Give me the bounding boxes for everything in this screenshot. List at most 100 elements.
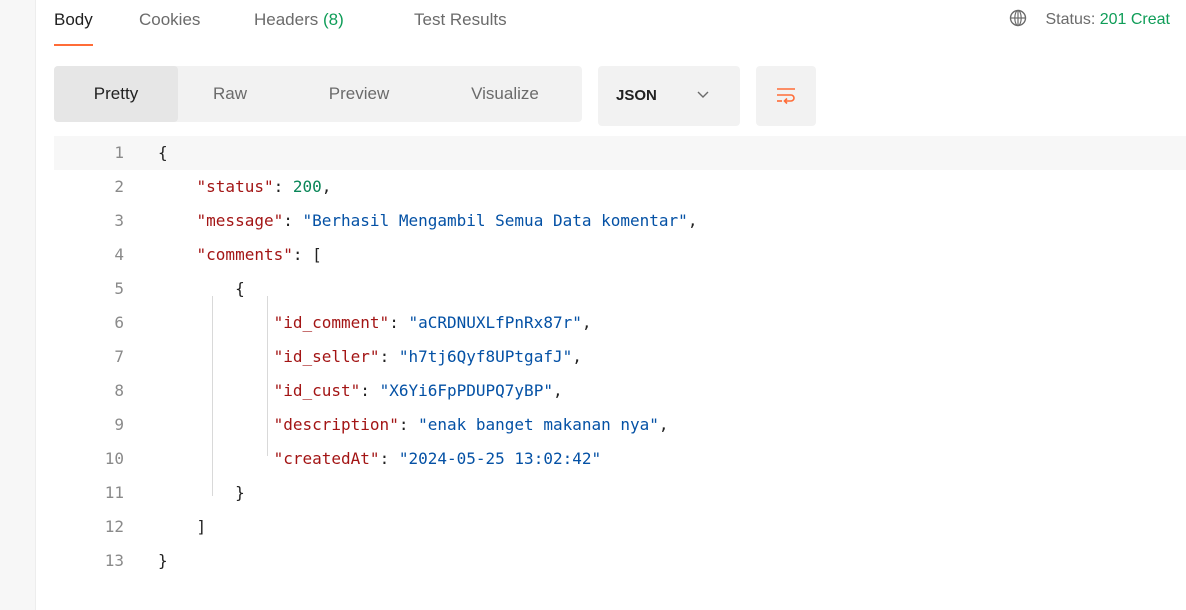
code-text: "id_seller": "h7tj6Qyf8UPtgafJ",: [158, 340, 582, 374]
code-text: {: [158, 272, 245, 306]
code-text: "id_comment": "aCRDNUXLfPnRx87r",: [158, 306, 592, 340]
json-key: "id_seller": [273, 347, 380, 366]
json-punctuation: : [: [292, 245, 322, 264]
status-label: Status:: [1045, 11, 1100, 28]
json-punctuation: [158, 449, 274, 468]
code-line: 11 }: [54, 476, 1186, 510]
code-text: "status": 200,: [158, 170, 332, 204]
tab-test-results[interactable]: Test Results: [414, 8, 507, 36]
json-punctuation: ,: [687, 211, 698, 230]
left-sidebar-strip: [0, 0, 36, 610]
wrap-lines-icon: [777, 88, 795, 105]
json-key: "createdAt": [273, 449, 380, 468]
code-text: "message": "Berhasil Mengambil Semua Dat…: [158, 204, 698, 238]
tab-cookies[interactable]: Cookies: [139, 8, 200, 36]
response-status: Status: 201 Creat: [1009, 8, 1170, 36]
line-number: 4: [114, 245, 124, 264]
code-text: "comments": [: [158, 238, 322, 272]
code-line: 5 {: [54, 272, 1186, 306]
line-number: 10: [104, 449, 124, 468]
line-number: 7: [114, 347, 124, 366]
view-raw-button[interactable]: Raw: [190, 66, 270, 122]
json-number: 200: [292, 177, 322, 196]
line-number: 6: [114, 313, 124, 332]
json-punctuation: :: [283, 211, 303, 230]
json-punctuation: [158, 415, 274, 434]
format-selected-value: JSON: [616, 87, 657, 104]
view-visualize-button[interactable]: Visualize: [446, 66, 564, 122]
line-number: 1: [114, 143, 124, 162]
json-punctuation: [158, 211, 197, 230]
code-line: 13}: [54, 544, 1186, 578]
json-punctuation: :: [379, 449, 399, 468]
line-number: 3: [114, 211, 124, 230]
json-key: "comments": [196, 245, 293, 264]
line-number: 2: [114, 177, 124, 196]
response-body-editor[interactable]: 1{2 "status": 200, 3 "message": "Berhasil…: [54, 136, 1186, 606]
code-text: ]: [158, 510, 207, 544]
line-number: 9: [114, 415, 124, 434]
json-string: "h7tj6Qyf8UPtgafJ": [398, 347, 573, 366]
json-punctuation: [158, 347, 274, 366]
code-line: 9 "description": "enak banget makanan ny…: [54, 408, 1186, 442]
tab-headers[interactable]: Headers (8): [254, 8, 344, 36]
json-key: "id_comment": [273, 313, 390, 332]
json-string: "2024-05-25 13:02:42": [398, 449, 602, 468]
json-key: "message": [196, 211, 284, 230]
code-line: 3 "message": "Berhasil Mengambil Semua D…: [54, 204, 1186, 238]
code-line: 1{: [54, 136, 1186, 170]
json-punctuation: }: [158, 551, 168, 570]
json-punctuation: :: [398, 415, 419, 434]
globe-icon[interactable]: [1009, 9, 1027, 27]
view-mode-group: Pretty Raw Preview Visualize: [54, 66, 582, 122]
code-text: "id_cust": "X6Yi6FpPDUPQ7yBP",: [158, 374, 563, 408]
view-pretty-button[interactable]: Pretty: [54, 66, 178, 122]
json-key: "description": [273, 415, 399, 434]
json-key: "id_cust": [273, 381, 361, 400]
json-punctuation: ,: [581, 313, 592, 332]
line-number: 8: [114, 381, 124, 400]
response-tabs: Body Cookies Headers (8) Test Results St…: [54, 0, 1186, 50]
code-text: "description": "enak banget makanan nya"…: [158, 408, 669, 442]
json-punctuation: {: [158, 279, 245, 298]
json-string: "enak banget makanan nya": [418, 415, 659, 434]
chevron-down-icon: [697, 91, 709, 98]
wrap-lines-button[interactable]: [756, 66, 816, 126]
json-punctuation: }: [158, 483, 245, 502]
json-punctuation: :: [389, 313, 409, 332]
json-punctuation: ,: [321, 177, 332, 196]
json-punctuation: [158, 381, 274, 400]
view-preview-button[interactable]: Preview: [306, 66, 412, 122]
json-punctuation: ]: [158, 517, 207, 536]
json-string: "aCRDNUXLfPnRx87r": [408, 313, 582, 332]
code-line: 8 "id_cust": "X6Yi6FpPDUPQ7yBP",: [54, 374, 1186, 408]
code-text: }: [158, 544, 168, 578]
json-punctuation: [158, 245, 197, 264]
code-text: }: [158, 476, 245, 510]
json-string: "Berhasil Mengambil Semua Data komentar": [302, 211, 688, 230]
line-number: 11: [104, 483, 124, 502]
json-punctuation: ,: [658, 415, 669, 434]
json-punctuation: ,: [552, 381, 563, 400]
code-line: 12 ]: [54, 510, 1186, 544]
json-punctuation: ,: [572, 347, 582, 366]
line-number: 12: [104, 517, 124, 536]
code-text: {: [158, 136, 168, 170]
json-key: "status": [196, 177, 274, 196]
json-punctuation: [158, 177, 197, 196]
code-line: 2 "status": 200,: [54, 170, 1186, 204]
tab-body[interactable]: Body: [54, 8, 93, 46]
json-punctuation: :: [379, 347, 399, 366]
code-line: 7 "id_seller": "h7tj6Qyf8UPtgafJ",: [54, 340, 1186, 374]
code-line: 6 "id_comment": "aCRDNUXLfPnRx87r",: [54, 306, 1186, 340]
json-punctuation: [158, 313, 274, 332]
format-select[interactable]: JSON: [598, 66, 740, 126]
code-line: 4 "comments": [: [54, 238, 1186, 272]
json-string: "X6Yi6FpPDUPQ7yBP": [379, 381, 553, 400]
line-number: 13: [104, 551, 124, 570]
status-value[interactable]: 201 Creat: [1100, 11, 1170, 28]
json-punctuation: {: [158, 143, 168, 162]
headers-count: (8): [323, 10, 344, 29]
response-panel: Body Cookies Headers (8) Test Results St…: [54, 0, 1186, 610]
json-punctuation: :: [273, 177, 293, 196]
